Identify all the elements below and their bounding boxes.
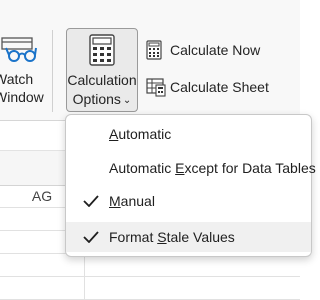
label-part: utomatic [118, 126, 172, 142]
label-part: tale Values [166, 229, 235, 245]
calc-label-line2: Options ⌄ [67, 90, 137, 111]
calculate-now-label: Calculate Now [170, 42, 261, 58]
access-key: A [109, 126, 119, 142]
watch-window-label: Watch Window [0, 70, 44, 106]
access-key: S [157, 229, 167, 245]
label-part: xcept for Data Tables [184, 160, 316, 176]
access-key: M [109, 193, 121, 209]
calculator-small-icon [146, 40, 162, 60]
calc-label-line1: Calculation [67, 72, 137, 88]
sheet-calculator-icon [146, 78, 166, 97]
menu-item-format-stale-values[interactable]: Format Stale Values [66, 222, 311, 252]
watch-label-line2: Window [0, 89, 44, 105]
menu-item-label: Format Stale Values [109, 222, 235, 252]
chevron-down-icon: ⌄ [122, 95, 132, 106]
watch-window-button[interactable]: Watch Window [0, 28, 50, 110]
checkmark-icon [83, 195, 99, 207]
menu-item-automatic-except-data-tables[interactable]: Automatic Except for Data Tables [66, 153, 316, 183]
menu-item-label: Automatic Except for Data Tables [109, 153, 316, 183]
label-part: anual [120, 193, 155, 209]
menu-item-manual[interactable]: Manual [66, 186, 311, 216]
glasses-icon [1, 37, 37, 62]
checkmark-icon [83, 231, 99, 243]
menu-item-label: Automatic [109, 119, 171, 149]
menu-item-label: Manual [109, 186, 155, 216]
label-part: Automatic [109, 160, 176, 176]
calculation-options-button[interactable]: Calculation Options ⌄ [66, 28, 138, 112]
menu-item-automatic[interactable]: Automatic [66, 119, 311, 149]
watch-label-line1: Watch [0, 71, 34, 87]
calculator-icon [89, 34, 115, 66]
calculate-sheet-button[interactable]: Calculate Sheet [144, 73, 304, 101]
calc-label-options: Options [72, 91, 121, 107]
calculation-options-menu: Automatic Automatic Except for Data Tabl… [65, 114, 316, 257]
group-separator [52, 30, 53, 112]
grid-line [0, 276, 300, 277]
calculate-sheet-label: Calculate Sheet [170, 79, 269, 95]
calculation-options-label: Calculation Options ⌄ [67, 71, 137, 111]
calculate-now-button[interactable]: Calculate Now [144, 36, 304, 64]
label-part: Format [109, 229, 158, 245]
